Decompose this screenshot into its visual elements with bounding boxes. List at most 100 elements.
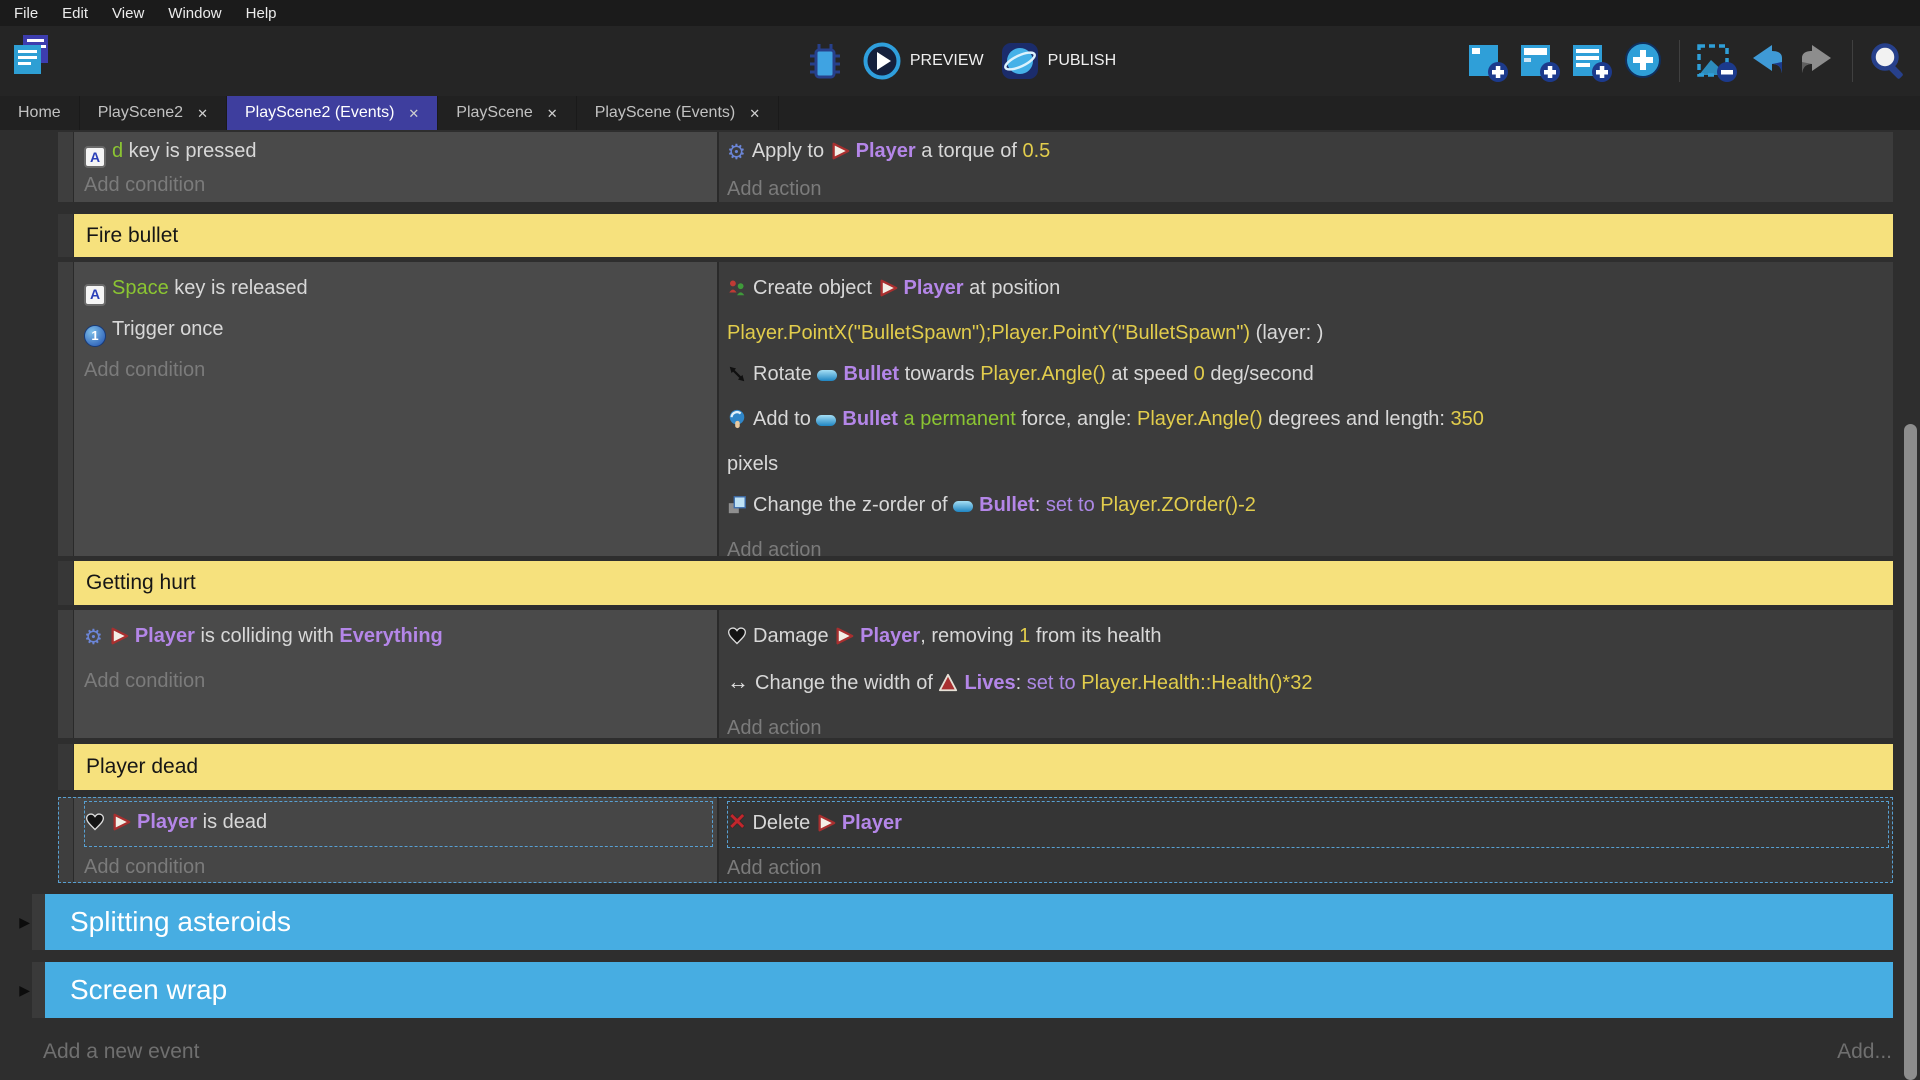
condition-item[interactable]: ⚙Player is colliding with Everything [84,616,717,661]
search-events-button[interactable] [1866,39,1910,83]
add-action-button[interactable]: Add action [727,848,1893,883]
event-drag-handle[interactable] [58,744,74,790]
physics-gear-icon: ⚙ [727,136,746,170]
player-object-icon [111,806,131,846]
comment-fire-bullet[interactable]: Fire bullet [74,214,1893,257]
action-item[interactable]: Rotate Bullet towards Player.Angle() at … [727,354,1893,399]
selection-outline: ✕Delete Player [727,801,1889,848]
menu-view[interactable]: View [100,2,156,25]
conditions-cell[interactable]: Ad key is pressed Add condition [74,132,719,202]
player-object-icon [878,272,898,313]
condition-item[interactable]: Ad key is pressed [84,134,717,168]
actions-cell[interactable]: Create object Player at position Player.… [719,262,1893,556]
action-item[interactable]: ↔Change the width of Lives: set to Playe… [727,661,1893,708]
tab-playscene[interactable]: PlayScene ✕ [438,96,576,130]
comment-row: Player dead [58,744,1893,790]
add-anything-button[interactable] [1620,38,1666,84]
close-icon[interactable]: ✕ [749,107,760,120]
redo-button[interactable] [1795,39,1839,83]
tab-playscene2[interactable]: PlayScene2 ✕ [80,96,227,130]
event-row-selected: Player is dead Add condition ✕Delete Pla… [58,797,1893,883]
event-row: Ad key is pressed Add condition ⚙Apply t… [58,132,1893,202]
action-item-continued[interactable]: Player.PointX("BulletSpawn");Player.Poin… [727,313,1893,354]
keyboard-key-icon: A [84,284,106,306]
debugger-button[interactable] [804,40,846,82]
actions-cell[interactable]: ✕Delete Player Add action [719,797,1893,883]
add-condition-button[interactable]: Add condition [84,847,717,883]
event-drag-handle[interactable] [58,610,74,738]
condition-item[interactable]: Player is dead [85,802,712,846]
event-drag-handle[interactable] [58,214,74,257]
conditions-cell[interactable]: Player is dead Add condition [74,797,719,883]
comment-player-dead[interactable]: Player dead [74,744,1893,790]
event-row: ASpace key is released 1Trigger once Add… [58,262,1893,556]
add-condition-button[interactable]: Add condition [84,661,717,702]
bullet-object-icon [817,370,837,381]
add-subevent-button[interactable] [1516,38,1562,84]
event-drag-handle[interactable] [58,797,74,883]
group-screen-wrap[interactable]: Screen wrap [45,962,1893,1018]
add-action-button[interactable]: Add action [727,172,1893,202]
action-item[interactable]: Damage Player, removing 1 from its healt… [727,616,1893,661]
actions-cell[interactable]: ⚙Apply to Player a torque of 0.5 Add act… [719,132,1893,202]
action-item[interactable]: Add to Bullet a permanent force, angle: … [727,399,1893,444]
condition-item[interactable]: 1Trigger once [84,309,717,350]
add-event-button[interactable] [1464,38,1510,84]
event-row: ⚙Player is colliding with Everything Add… [58,610,1893,738]
tab-home[interactable]: Home [0,96,80,130]
comment-row: Fire bullet [58,214,1893,257]
toolbar-right [1464,26,1910,96]
add-button[interactable]: Add... [1837,1040,1892,1064]
tab-playscene-events[interactable]: PlayScene (Events) ✕ [577,96,779,130]
collapse-arrow-icon[interactable]: ▶ [0,962,32,1018]
menu-edit[interactable]: Edit [50,2,100,25]
add-comment-button[interactable] [1568,38,1614,84]
comment-getting-hurt[interactable]: Getting hurt [74,561,1893,605]
player-object-icon [834,620,854,661]
preview-button[interactable]: PREVIEW [862,41,984,81]
group-splitting-asteroids[interactable]: Splitting asteroids [45,894,1893,950]
undo-button[interactable] [1745,39,1789,83]
menu-file[interactable]: File [2,2,50,25]
event-drag-handle[interactable] [58,132,74,202]
action-item[interactable]: ⚙Apply to Player a torque of 0.5 [727,134,1893,172]
conditions-cell[interactable]: ASpace key is released 1Trigger once Add… [74,262,719,556]
physics-gear-icon: ⚙ [84,617,103,658]
publish-button[interactable]: PUBLISH [1000,41,1116,81]
condition-item[interactable]: ASpace key is released [84,268,717,309]
menu-window[interactable]: Window [156,2,233,25]
sheet-footer: Add a new event Add... [43,1018,1892,1064]
player-object-icon [830,138,850,172]
add-condition-button[interactable]: Add condition [84,168,717,202]
close-icon[interactable]: ✕ [547,107,558,120]
close-icon[interactable]: ✕ [197,107,208,120]
vertical-scrollbar-thumb[interactable] [1904,424,1917,1080]
player-object-icon [109,620,129,661]
action-item[interactable]: Change the z-order of Bullet: set to Pla… [727,485,1893,530]
delete-event-button[interactable] [1693,38,1739,84]
actions-cell[interactable]: Damage Player, removing 1 from its healt… [719,610,1893,738]
collapse-arrow-icon[interactable]: ▶ [0,894,32,950]
action-item-continued[interactable]: pixels [727,444,1893,485]
add-new-event-button[interactable]: Add a new event [43,1040,199,1064]
menu-help[interactable]: Help [234,2,289,25]
add-action-button[interactable]: Add action [727,530,1893,556]
close-icon[interactable]: ✕ [408,107,419,120]
action-item[interactable]: Create object Player at position [727,268,1893,313]
action-item[interactable]: ✕Delete Player [728,802,1888,847]
tab-playscene2-events[interactable]: PlayScene2 (Events) ✕ [227,96,438,130]
conditions-cell[interactable]: ⚙Player is colliding with Everything Add… [74,610,719,738]
event-drag-handle[interactable] [58,561,74,605]
add-condition-button[interactable]: Add condition [84,350,717,391]
group-row: ▶ Splitting asteroids [0,894,1893,950]
vertical-scrollbar [1902,130,1920,1080]
create-object-icon [727,272,747,313]
width-arrows-icon: ↔ [727,661,749,702]
group-drag-handle[interactable] [32,894,45,950]
add-action-button[interactable]: Add action [727,708,1893,738]
comment-row: Getting hurt [58,561,1893,605]
event-drag-handle[interactable] [58,262,74,556]
toolbar-separator [1679,40,1680,82]
menu-bar: File Edit View Window Help [0,0,1920,26]
group-drag-handle[interactable] [32,962,45,1018]
